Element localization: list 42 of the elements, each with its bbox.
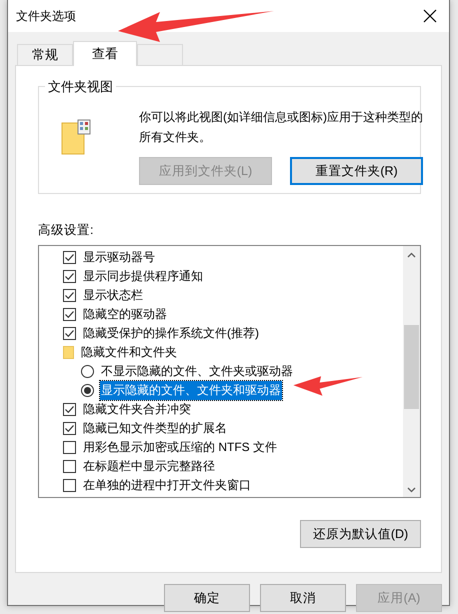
checkbox[interactable] bbox=[63, 289, 76, 302]
restore-defaults-button[interactable]: 还原为默认值(D) bbox=[300, 520, 421, 548]
option-label[interactable]: 显示隐藏的文件、文件夹和驱动器 bbox=[100, 381, 282, 400]
section-label: 高级设置: bbox=[38, 222, 94, 239]
option-label[interactable]: 隐藏空的驱动器 bbox=[82, 305, 168, 324]
option-label[interactable]: 显示驱动器号 bbox=[82, 248, 156, 267]
folder-icon bbox=[61, 119, 91, 155]
tab[interactable]: 查看 bbox=[73, 41, 137, 66]
cancel-button[interactable]: 取消 bbox=[260, 584, 346, 612]
scroll-up-icon[interactable] bbox=[407, 252, 416, 258]
option-label[interactable]: 显示同步提供程序通知 bbox=[82, 267, 204, 286]
checkbox[interactable] bbox=[63, 270, 76, 283]
group-title: 文件夹视图 bbox=[45, 78, 116, 96]
option-label[interactable]: 隐藏受保护的操作系统文件(推荐) bbox=[82, 324, 260, 343]
checkbox[interactable] bbox=[63, 441, 76, 454]
scroll-down-icon[interactable] bbox=[407, 487, 416, 493]
checkbox[interactable] bbox=[63, 327, 76, 340]
checkbox[interactable] bbox=[63, 403, 76, 416]
checkbox[interactable] bbox=[63, 422, 76, 435]
window-title: 文件夹选项 bbox=[16, 8, 76, 24]
tab[interactable]: 常规 bbox=[17, 44, 73, 65]
scrollbar[interactable] bbox=[403, 246, 420, 497]
close-icon[interactable] bbox=[423, 9, 437, 23]
checkbox[interactable] bbox=[63, 460, 76, 473]
option-label[interactable]: 用彩色显示加密或压缩的 NTFS 文件 bbox=[82, 438, 278, 457]
scroll-thumb[interactable] bbox=[404, 325, 419, 409]
option-label[interactable]: 显示状态栏 bbox=[82, 286, 144, 305]
option-label[interactable]: 隐藏已知文件类型的扩展名 bbox=[82, 419, 228, 438]
reset-folders-button[interactable]: 重置文件夹(R) bbox=[290, 157, 423, 185]
option-label[interactable]: 不显示隐藏的文件、文件夹或驱动器 bbox=[100, 362, 294, 381]
option-label[interactable]: 在单独的进程中打开文件夹窗口 bbox=[82, 476, 252, 495]
description-text: 你可以将此视图(如详细信息或图标)应用于这种类型的所有文件夹。 bbox=[139, 109, 423, 146]
checkbox[interactable] bbox=[63, 308, 76, 321]
checkbox[interactable] bbox=[63, 251, 76, 264]
ok-button[interactable]: 确定 bbox=[164, 584, 250, 612]
radio-button[interactable] bbox=[81, 384, 94, 397]
radio-button[interactable] bbox=[81, 365, 94, 378]
checkbox[interactable] bbox=[63, 479, 76, 492]
option-label[interactable]: 隐藏文件夹合并冲突 bbox=[82, 400, 192, 419]
folder-icon bbox=[63, 346, 74, 359]
option-label[interactable]: 在标题栏中显示完整路径 bbox=[82, 457, 216, 476]
group-label: 隐藏文件和文件夹 bbox=[80, 344, 178, 361]
